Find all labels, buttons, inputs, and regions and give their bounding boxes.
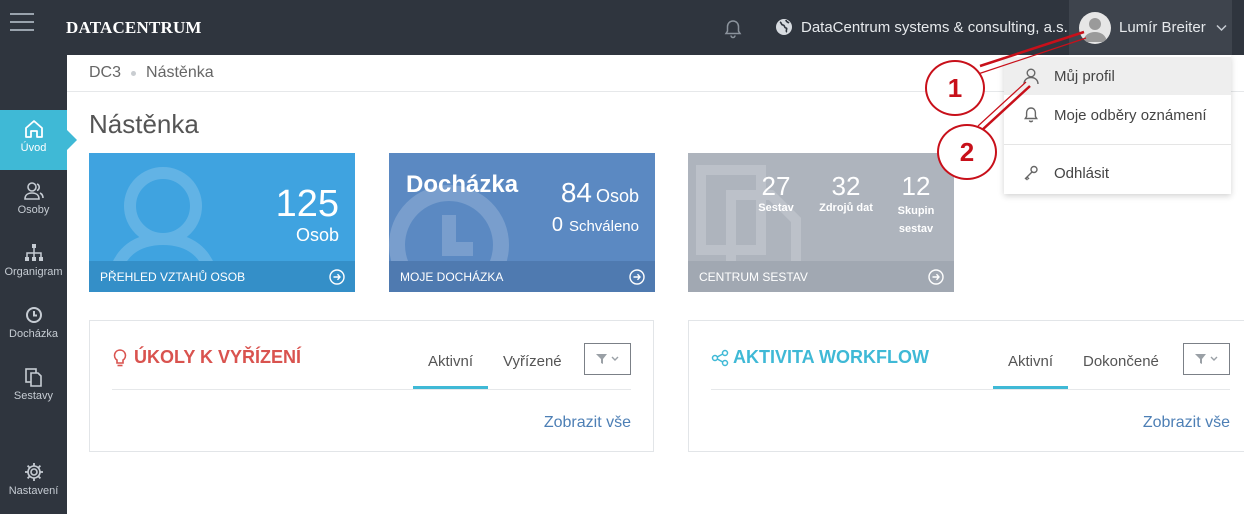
data-sources-label: Zdrojů dat xyxy=(819,202,873,214)
sidebar-item-uvod[interactable]: Úvod xyxy=(0,110,77,170)
panel-divider xyxy=(112,389,631,390)
sidebar-item-label: Osoby xyxy=(17,204,50,216)
user-dropdown-menu: Můj profil Moje odběry oznámení Odhlásit xyxy=(1004,55,1231,194)
sidebar-item-label: Nastavení xyxy=(8,485,59,497)
people-tile-footer: PŘEHLED VZTAHŮ OSOB xyxy=(100,269,246,284)
filter-icon xyxy=(595,354,618,364)
reports-label: Sestav xyxy=(758,202,794,214)
workflow-panel: AKTIVITA WORKFLOW Aktivní Dokončené Zobr… xyxy=(688,320,1244,452)
sidebar-item-label: Docházka xyxy=(9,328,58,340)
workflow-panel-title: AKTIVITA WORKFLOW xyxy=(733,347,929,367)
workflow-filter-button[interactable] xyxy=(1183,343,1230,375)
sidebar-item-dochazka[interactable]: Docházka xyxy=(0,296,67,356)
sidebar-item-osoby[interactable]: Osoby xyxy=(0,172,67,232)
org-chart-icon xyxy=(24,244,43,261)
people-tile[interactable]: 125 Osob PŘEHLED VZTAHŮ OSOB xyxy=(89,153,355,292)
tab-workflow-completed[interactable]: Dokončené xyxy=(1083,353,1159,370)
tab-tasks-resolved[interactable]: Vyřízené xyxy=(503,353,562,370)
sidebar-item-organigram[interactable]: Organigram xyxy=(0,234,67,294)
workflow-panel-header: AKTIVITA WORKFLOW xyxy=(711,347,929,368)
users-icon xyxy=(23,182,44,200)
user-name: Lumír Breiter xyxy=(1119,19,1206,36)
reports-tile[interactable]: 27 Sestav 32 Zdrojů dat 12 Skupin sestav… xyxy=(688,153,954,292)
callout-badge-1: 1 xyxy=(925,60,985,116)
report-groups-count: 12 xyxy=(901,171,931,201)
tasks-filter-button[interactable] xyxy=(584,343,631,375)
lightbulb-icon xyxy=(113,348,127,366)
attendance-unit: Osob xyxy=(595,186,639,206)
breadcrumb-current: Nástěnka xyxy=(146,64,214,81)
callout-badge-2: 2 xyxy=(937,124,997,180)
menu-item-my-subscriptions[interactable]: Moje odběry oznámení xyxy=(1004,96,1231,134)
filter-icon xyxy=(1194,354,1217,364)
data-sources-count: 32 xyxy=(831,171,861,201)
reports-stat: 27 Sestav xyxy=(754,171,798,214)
sidebar-item-sestavy[interactable]: Sestavy xyxy=(0,358,67,418)
clock-icon xyxy=(25,307,42,323)
organization-switcher[interactable]: DataCentrum systems & consulting, a.s. xyxy=(775,18,1068,36)
menu-item-label: Můj profil xyxy=(1054,67,1115,85)
attendance-tile[interactable]: Docházka 84 Osob 0 Schváleno MOJE DOCHÁZ… xyxy=(389,153,655,292)
tasks-panel-title: ÚKOLY K VYŘÍZENÍ xyxy=(134,347,302,367)
active-tab-indicator xyxy=(413,386,488,389)
active-tab-indicator xyxy=(993,386,1068,389)
arrow-right-circle-icon xyxy=(629,268,645,285)
menu-item-my-profile[interactable]: Můj profil xyxy=(1004,57,1231,95)
key-icon xyxy=(1024,165,1038,181)
home-icon xyxy=(24,120,43,138)
tasks-panel: ÚKOLY K VYŘÍZENÍ Aktivní Vyřízené Zobraz… xyxy=(89,320,654,452)
people-unit: Osob xyxy=(295,225,339,245)
reports-count: 27 xyxy=(761,171,791,201)
chevron-down-icon xyxy=(1216,24,1227,31)
approved-count: 0 xyxy=(551,214,563,236)
approved-label: Schváleno xyxy=(568,218,639,235)
top-bar: DATACENTRUM DataCentrum systems & consul… xyxy=(0,0,1244,55)
arrow-right-circle-icon xyxy=(329,268,345,285)
attendance-tile-footer: MOJE DOCHÁZKA xyxy=(400,269,504,284)
sidebar-item-label: Sestavy xyxy=(13,390,54,402)
sidebar-item-label: Organigram xyxy=(4,266,63,278)
brand-logo[interactable]: DATACENTRUM xyxy=(66,18,202,38)
notifications-bell-icon[interactable] xyxy=(722,18,744,40)
avatar xyxy=(1079,11,1111,44)
breadcrumb-separator xyxy=(131,70,137,76)
workflow-show-all-link[interactable]: Zobrazit vše xyxy=(1143,414,1230,432)
menu-item-logout[interactable]: Odhlásit xyxy=(1004,154,1231,192)
people-count: 125 xyxy=(275,183,339,225)
globe-icon xyxy=(776,19,792,35)
documents-icon xyxy=(24,368,42,387)
gear-icon xyxy=(24,463,43,481)
organization-name: DataCentrum systems & consulting, a.s. xyxy=(801,18,1068,36)
menu-divider xyxy=(1004,144,1231,145)
bell-icon xyxy=(1024,107,1038,123)
arrow-right-circle-icon xyxy=(928,268,944,285)
sidebar-item-label: Úvod xyxy=(20,142,47,154)
menu-item-label: Odhlásit xyxy=(1054,164,1110,182)
tab-tasks-active[interactable]: Aktivní xyxy=(428,353,473,370)
attendance-count: 84 xyxy=(560,177,592,208)
report-groups-stat: 12 Skupin sestav xyxy=(888,171,944,238)
panel-divider xyxy=(711,389,1230,390)
page-title: Nástěnka xyxy=(89,109,199,139)
menu-toggle-icon[interactable] xyxy=(10,13,34,31)
tasks-show-all-link[interactable]: Zobrazit vše xyxy=(544,414,631,432)
menu-item-label: Moje odběry oznámení xyxy=(1054,106,1207,124)
tab-workflow-active[interactable]: Aktivní xyxy=(1008,353,1053,370)
attendance-title: Docházka xyxy=(406,171,519,198)
share-icon xyxy=(711,349,729,366)
sidebar: Úvod Osoby Organigram Docházka Sestavy N… xyxy=(0,55,77,514)
sidebar-item-nastaveni[interactable]: Nastavení xyxy=(0,453,67,513)
tasks-panel-header: ÚKOLY K VYŘÍZENÍ xyxy=(112,347,301,368)
data-sources-stat: 32 Zdrojů dat xyxy=(810,171,882,214)
user-menu-button[interactable]: Lumír Breiter xyxy=(1069,0,1232,55)
reports-tile-footer: CENTRUM SESTAV xyxy=(699,269,808,284)
breadcrumb-root[interactable]: DC3 xyxy=(89,64,121,82)
report-groups-label: Skupin sestav xyxy=(897,205,935,235)
user-icon xyxy=(1023,68,1039,85)
